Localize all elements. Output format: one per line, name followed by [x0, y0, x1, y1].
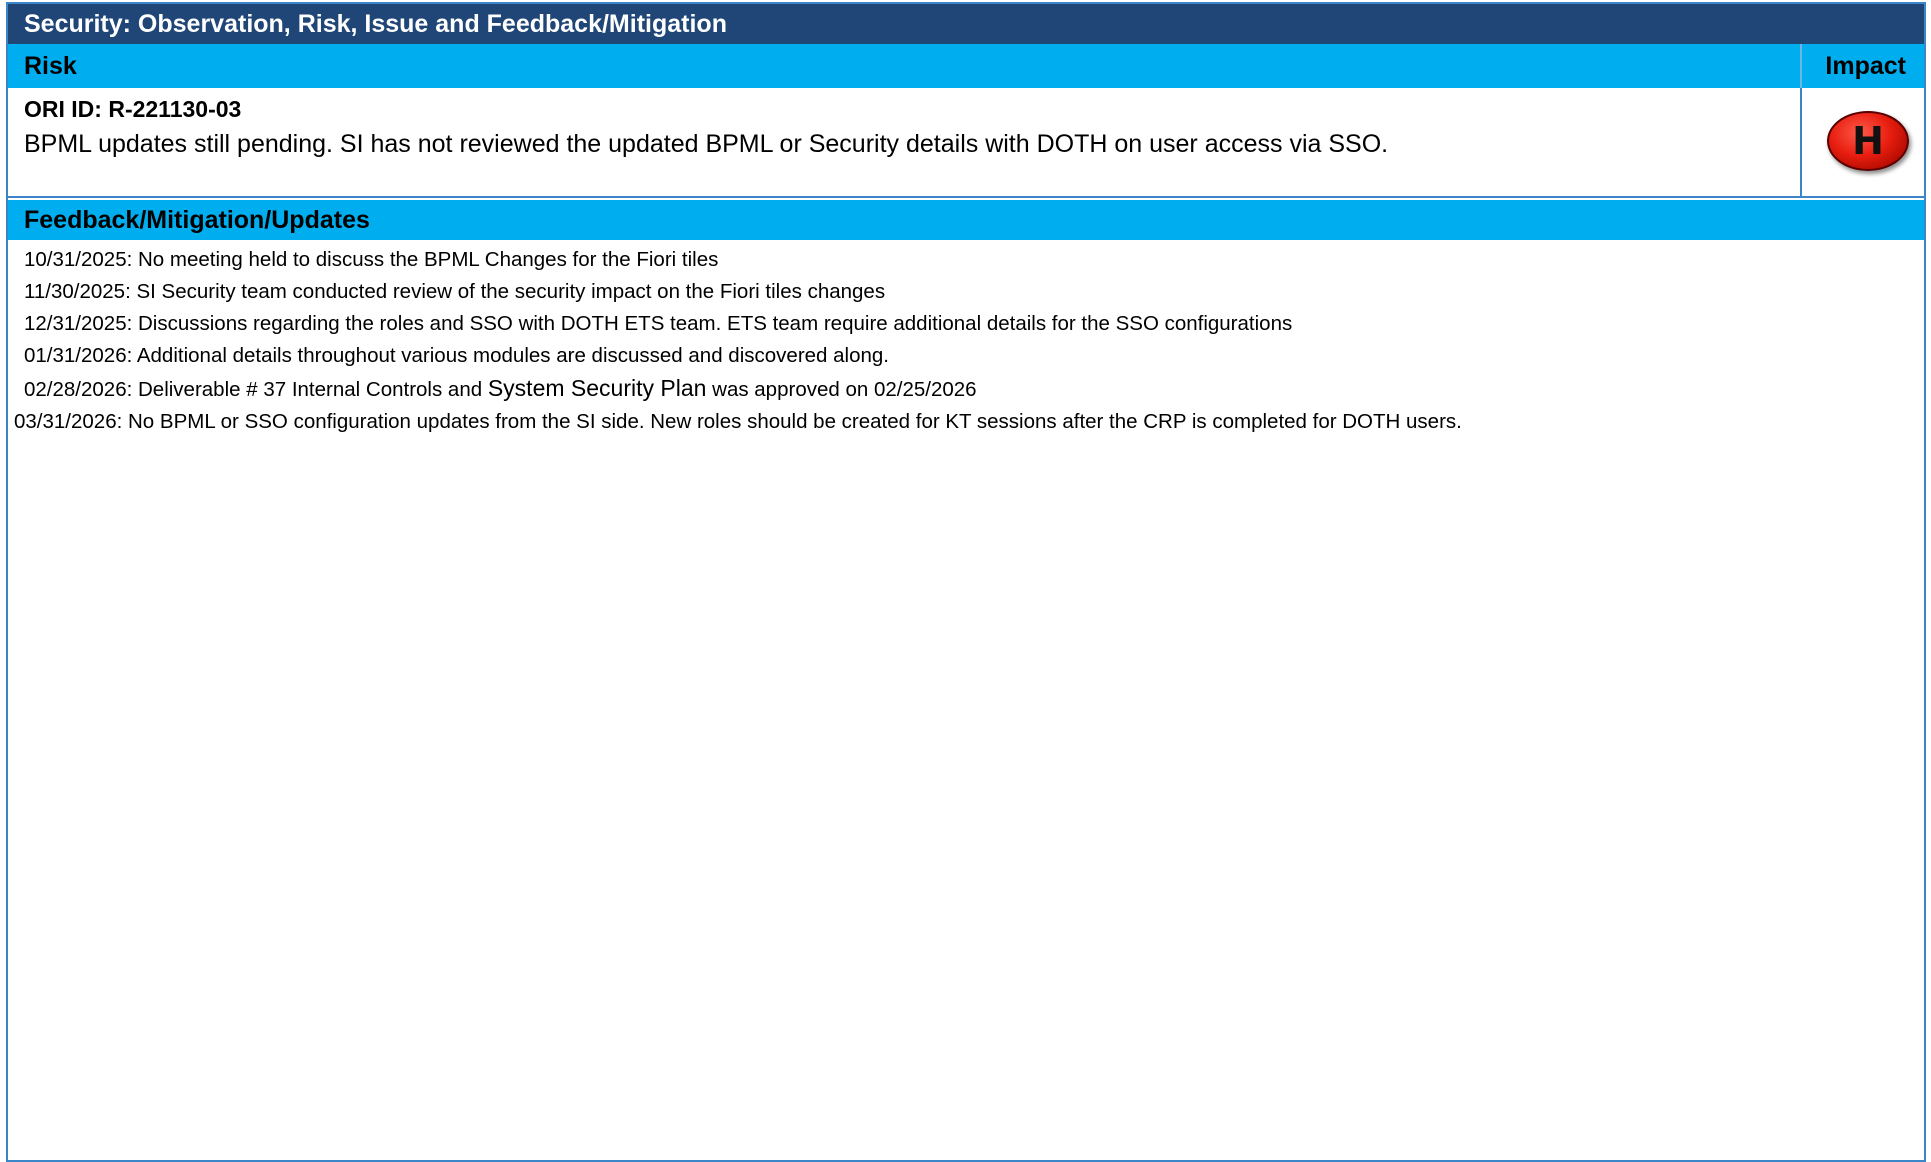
update-entry: 02/28/2026: Deliverable # 37 Internal Co…: [24, 372, 1462, 404]
update-entry: 11/30/2025: SI Security team conducted r…: [24, 280, 886, 303]
security-ori-panel: Security: Observation, Risk, Issue and F…: [6, 2, 1926, 1162]
risk-header-row: Risk Impact: [8, 44, 1924, 88]
column-divider: [1800, 44, 1802, 88]
impact-badge-letter: H: [1852, 119, 1884, 163]
update-text: was approved on 02/25/2026: [706, 378, 977, 401]
risk-description: BPML updates still pending. SI has not r…: [24, 130, 1389, 158]
update-entry: 10/31/2025: No meeting held to discuss t…: [24, 248, 719, 271]
risk-body-row: ORI ID: R-221130-03 BPML updates still p…: [8, 88, 1924, 198]
update-entry: 01/31/2026: Additional details throughou…: [24, 344, 889, 367]
update-entry: 12/31/2025: Discussions regarding the ro…: [24, 312, 1293, 335]
column-divider: [1800, 88, 1802, 196]
page-title: Security: Observation, Risk, Issue and F…: [8, 4, 1924, 44]
updates-list: 10/31/2025: No meeting held to discuss t…: [14, 244, 1462, 438]
update-text: 02/28/2026: Deliverable # 37 Internal Co…: [24, 378, 488, 401]
update-text-emphasis: System Security Plan: [487, 375, 707, 401]
update-entry: 03/31/2026: No BPML or SSO configuration…: [14, 410, 1462, 433]
ori-id: ORI ID: R-221130-03: [24, 96, 242, 122]
risk-column-header: Risk: [24, 52, 77, 80]
feedback-section-header: Feedback/Mitigation/Updates: [8, 200, 1924, 240]
impact-column-header: Impact: [1825, 52, 1906, 80]
high-impact-badge-icon: H: [1827, 111, 1909, 171]
